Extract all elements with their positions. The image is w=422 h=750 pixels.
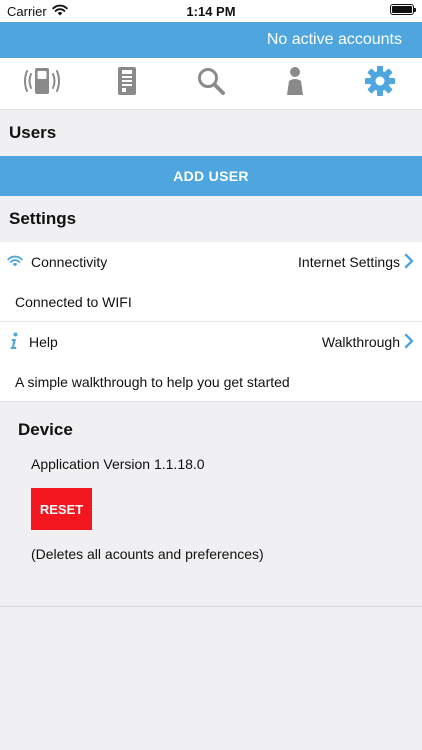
settings-card: Connectivity Internet Settings Connected… — [0, 242, 422, 402]
help-left: Help — [7, 332, 58, 353]
tab-person[interactable] — [253, 58, 337, 109]
search-icon — [196, 66, 226, 101]
device-section: Device Application Version 1.1.18.0 RESE… — [0, 402, 422, 607]
help-row[interactable]: Help Walkthrough — [0, 322, 422, 362]
tab-intercom[interactable] — [0, 58, 84, 109]
reset-note: (Deletes all acounts and preferences) — [31, 546, 264, 562]
tab-bar — [0, 58, 422, 110]
users-section-title: Users — [0, 110, 422, 156]
settings-section-title: Settings — [0, 196, 422, 242]
help-label: Help — [29, 334, 58, 350]
chevron-right-icon — [404, 333, 414, 352]
person-icon — [284, 66, 306, 101]
info-icon — [7, 332, 21, 353]
device-section-title: Device — [18, 420, 73, 439]
connectivity-status: Connected to WIFI — [0, 282, 422, 322]
status-bar: Carrier 1:14 PM — [0, 0, 422, 22]
internet-settings-link[interactable]: Internet Settings — [298, 253, 414, 272]
tab-settings[interactable] — [338, 58, 422, 109]
tab-door-panel[interactable] — [84, 58, 168, 109]
accounts-status-text: No active accounts — [266, 31, 402, 48]
wifi-icon — [7, 254, 23, 270]
add-user-button[interactable]: ADD USER — [0, 156, 422, 196]
walkthrough-label: Walkthrough — [321, 334, 400, 350]
gear-icon — [364, 65, 396, 102]
internet-settings-label: Internet Settings — [298, 254, 400, 270]
intercom-icon — [22, 66, 62, 101]
status-time: 1:14 PM — [186, 4, 236, 19]
connectivity-row[interactable]: Connectivity Internet Settings — [0, 242, 422, 282]
connectivity-label: Connectivity — [31, 254, 108, 270]
help-description: A simple walkthrough to help you get sta… — [0, 362, 422, 402]
app-version: Application Version 1.1.18.0 — [31, 456, 205, 472]
tab-search[interactable] — [169, 58, 253, 109]
chevron-right-icon — [404, 253, 414, 272]
accounts-status-bar: No active accounts — [0, 22, 422, 58]
door-panel-icon — [114, 66, 140, 101]
reset-button[interactable]: RESET — [31, 488, 92, 530]
battery-icon — [390, 4, 416, 15]
connectivity-left: Connectivity — [7, 254, 107, 270]
walkthrough-link[interactable]: Walkthrough — [322, 333, 414, 352]
